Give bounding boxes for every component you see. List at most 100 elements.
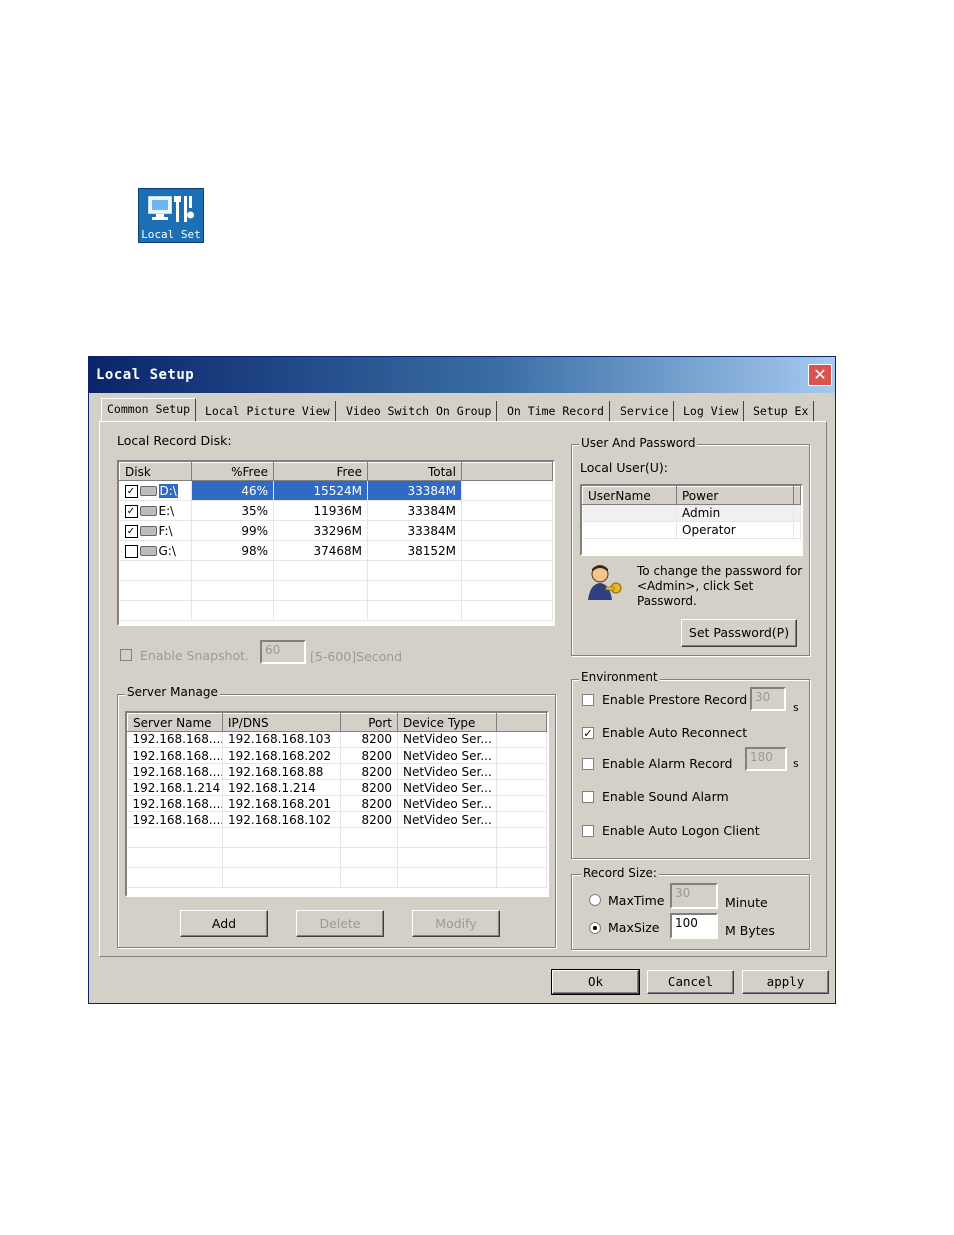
server-ip: 192.168.1.214 (222, 779, 341, 796)
disk-name: E:\ (158, 503, 175, 518)
tab-common-setup[interactable]: Common Setup (101, 398, 197, 422)
maxtime-input[interactable]: 30 (670, 883, 718, 909)
column-header-total[interactable]: Total (367, 462, 462, 481)
maxsize-input[interactable]: 100 (670, 913, 718, 939)
local-set-label: Local Set (141, 228, 201, 241)
maxtime-unit: Minute (725, 895, 768, 910)
column-header-pct-free[interactable]: %Free (191, 462, 274, 481)
column-header-username[interactable]: UserName (582, 486, 677, 505)
disk-free: 37468M (273, 540, 368, 561)
server-port: 8200 (340, 763, 398, 780)
prestore-record-checkbox[interactable] (582, 694, 594, 706)
tab-on-time-record[interactable]: On Time Record (502, 401, 610, 421)
table-row[interactable]: Admin (582, 504, 801, 522)
auto-reconnect-checkbox[interactable]: ✓ (582, 727, 594, 739)
sound-alarm-checkbox[interactable] (582, 791, 594, 803)
enable-snapshot-label: Enable Snapshot. (140, 648, 249, 663)
server-port: 8200 (340, 731, 398, 748)
enable-snapshot-checkbox[interactable] (120, 649, 132, 661)
tab-local-picture-view[interactable]: Local Picture View (200, 401, 336, 421)
server-manage-title: Server Manage (125, 685, 220, 699)
maxtime-label: MaxTime (608, 893, 665, 908)
snapshot-range-label: [5-600]Second (310, 649, 403, 664)
disk-checkbox[interactable] (124, 544, 138, 558)
prestore-record-label: Enable Prestore Record (602, 692, 748, 707)
disk-checkbox[interactable]: ✓ (124, 484, 138, 498)
server-name: 192.168.168.... (127, 811, 223, 828)
table-row[interactable]: ✓ E:\ 35% 11936M 33384M (119, 500, 553, 521)
alarm-record-unit: s (793, 757, 799, 770)
table-row[interactable]: G:\ 98% 37468M 38152M (119, 540, 553, 561)
user-power: Admin (676, 504, 794, 522)
tab-setup-ex[interactable]: Setup Ex (748, 401, 815, 421)
column-header-free[interactable]: Free (273, 462, 368, 481)
table-row[interactable]: Operator (582, 521, 801, 539)
set-password-button[interactable]: Set Password(P) (681, 619, 797, 647)
table-row[interactable]: ✓ D:\ 46% 15524M 33384M (119, 480, 553, 501)
table-row[interactable]: 192.168.168.... 192.168.168.103 8200 Net… (127, 731, 547, 748)
alarm-record-seconds-input[interactable]: 180 (745, 747, 787, 771)
server-port: 8200 (340, 779, 398, 796)
maxtime-radio[interactable] (589, 894, 601, 906)
disk-table: Disk %Free Free Total ✓ D:\ 46% 15524M 33… (117, 460, 555, 626)
empty-row (119, 600, 553, 621)
tab-log-view[interactable]: Log View (678, 401, 745, 421)
empty-row (127, 827, 547, 848)
column-header-server-name[interactable]: Server Name (127, 713, 223, 732)
tab-service[interactable]: Service (615, 401, 675, 421)
server-name: 192.168.168.... (127, 763, 223, 780)
server-port: 8200 (340, 811, 398, 828)
local-set-desktop-icon[interactable]: Local Set (138, 188, 204, 243)
close-button[interactable]: ✕ (808, 364, 832, 386)
disk-total: 38152M (367, 540, 462, 561)
cancel-button[interactable]: Cancel (647, 970, 734, 994)
user-key-icon (588, 565, 622, 600)
add-server-button[interactable]: Add (180, 910, 268, 937)
auto-logon-checkbox[interactable] (582, 825, 594, 837)
column-header-device-type[interactable]: Device Type (397, 713, 497, 732)
snapshot-interval-input[interactable]: 60 (260, 640, 306, 664)
server-ip: 192.168.168.201 (222, 795, 341, 812)
column-header-disk[interactable]: Disk (119, 462, 192, 481)
table-row[interactable]: 192.168.168.... 192.168.168.201 8200 Net… (127, 795, 547, 812)
apply-button[interactable]: apply (742, 970, 829, 994)
server-ip: 192.168.168.88 (222, 763, 341, 780)
window-title: Local Setup (96, 367, 195, 383)
modify-server-button[interactable]: Modify (412, 910, 500, 937)
ok-button[interactable]: Ok (551, 969, 640, 995)
prestore-seconds-input[interactable]: 30 (750, 687, 786, 711)
column-header-ip-dns[interactable]: IP/DNS (222, 713, 341, 732)
column-header-filler (461, 462, 553, 481)
delete-server-button[interactable]: Delete (296, 910, 384, 937)
maxsize-label: MaxSize (608, 920, 660, 935)
table-row[interactable]: 192.168.1.214 192.168.1.214 8200 NetVide… (127, 779, 547, 796)
column-header-port[interactable]: Port (340, 713, 398, 732)
server-port: 8200 (340, 747, 398, 764)
disk-checkbox[interactable]: ✓ (124, 524, 138, 538)
table-row[interactable]: 192.168.168.... 192.168.168.202 8200 Net… (127, 747, 547, 764)
empty-row (127, 847, 547, 868)
table-row[interactable]: 192.168.168.... 192.168.168.88 8200 NetV… (127, 763, 547, 780)
server-device-type: NetVideo Ser... (397, 763, 497, 780)
local-setup-window: Local Setup ✕ Common Setup Local Picture… (88, 356, 836, 1004)
disk-name: D:\ (158, 483, 178, 498)
tab-video-switch-on-group[interactable]: Video Switch On Group (341, 401, 498, 421)
table-row[interactable]: ✓ F:\ 99% 33296M 33384M (119, 520, 553, 541)
environment-title: Environment (579, 670, 660, 684)
disk-pct-free: 99% (191, 520, 274, 541)
drive-icon (139, 546, 157, 556)
disk-pct-free: 98% (191, 540, 274, 561)
server-ip: 192.168.168.102 (222, 811, 341, 828)
maxsize-radio[interactable] (589, 922, 601, 934)
disk-checkbox[interactable]: ✓ (124, 504, 138, 518)
disk-total: 33384M (367, 480, 462, 501)
drive-icon (139, 506, 157, 516)
title-bar[interactable]: Local Setup ✕ (89, 357, 835, 393)
empty-row (127, 867, 547, 888)
alarm-record-checkbox[interactable] (582, 758, 594, 770)
table-row[interactable]: 192.168.168.... 192.168.168.102 8200 Net… (127, 811, 547, 828)
alarm-record-label: Enable Alarm Record (602, 756, 733, 771)
server-name: 192.168.168.... (127, 747, 223, 764)
column-header-power[interactable]: Power (676, 486, 794, 505)
prestore-unit: s (793, 701, 799, 714)
